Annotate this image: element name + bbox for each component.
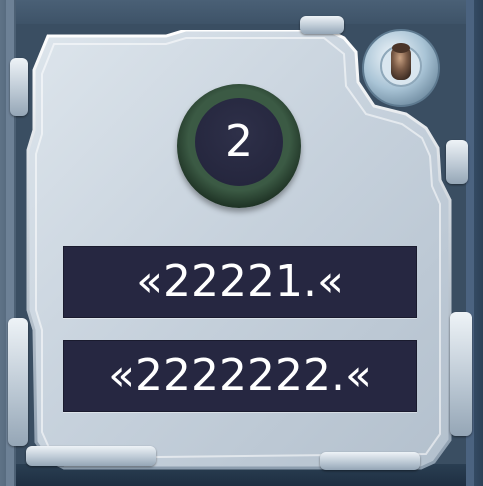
- panel-tab-bottom-right: [320, 452, 420, 470]
- panel-tab-right-bottom: [450, 312, 472, 436]
- readout-text-2: «2222222.«: [108, 350, 372, 401]
- panel-tab-right-top: [446, 140, 468, 184]
- top-frame: [16, 0, 469, 24]
- bolt-icon: [362, 29, 440, 107]
- panel-tab-left-bottom: [8, 318, 28, 446]
- readout-display-1: «22221.«: [63, 246, 417, 318]
- panel-tab-top: [300, 16, 344, 34]
- panel-tab-bottom-left: [26, 446, 156, 466]
- game-scene: 2 «22221.« «2222222.«: [0, 0, 483, 486]
- counter-badge[interactable]: 2: [177, 84, 301, 208]
- counter-value: 2: [225, 116, 253, 167]
- panel-tab-left-top: [10, 58, 28, 116]
- readout-display-2: «2222222.«: [63, 340, 417, 412]
- counter-face: 2: [195, 98, 283, 186]
- readout-text-1: «22221.«: [136, 256, 344, 307]
